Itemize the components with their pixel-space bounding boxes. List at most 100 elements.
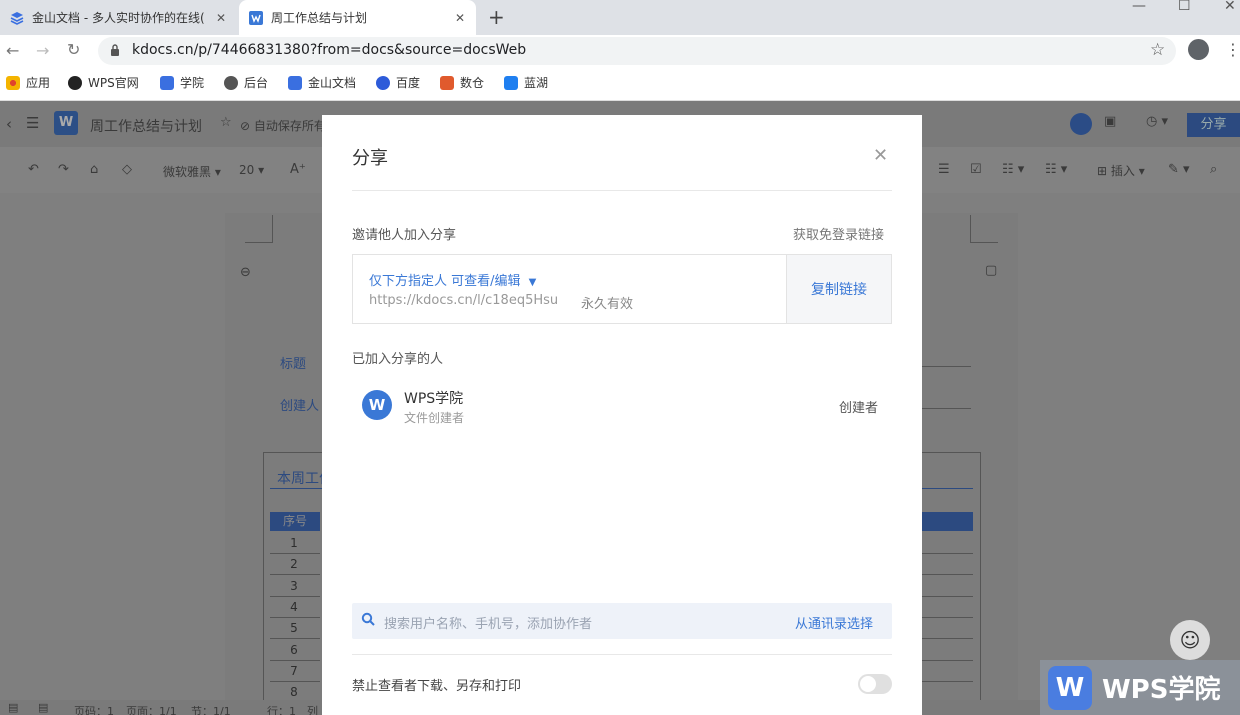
table-row-line [270,595,320,597]
field-label-creator: 创建人 [280,399,320,414]
grow-font-icon[interactable]: A⁺ [290,162,306,177]
field-label-title: 标题 [280,357,307,372]
apps-grid-icon [6,75,20,90]
table-row-number: 8 [290,685,298,700]
bookmark-backend[interactable]: 后台 [224,74,268,91]
table-row-number: 2 [290,557,298,572]
bookmark-academy[interactable]: 学院 [160,74,204,91]
globe-icon [224,75,238,90]
redo-icon[interactable]: ↷ [58,162,69,177]
invite-label: 邀请他人加入分享 [352,228,457,243]
browser-menu-icon[interactable]: ⋮ [1225,40,1240,59]
table-row-number: 3 [290,578,298,593]
status-pages: 页面：1/1 [126,705,177,715]
font-family-select[interactable]: 微软雅黑 ▾ [163,163,221,180]
close-icon[interactable]: ✕ [211,11,231,25]
copy-link-button[interactable]: 复制链接 [786,255,891,323]
member-permission-badge: 创建者 [839,401,879,416]
numbered-list-icon[interactable]: ☷ ▾ [1045,162,1067,177]
status-line: 行：1 [267,705,296,715]
maximize-icon[interactable]: ☐ [1178,0,1191,14]
format-painter-icon[interactable]: ⌂ [90,162,98,177]
bookmark-shucang[interactable]: 数仓 [440,74,484,91]
shucang-icon [440,75,454,90]
status-page-num: 页码：1 [74,705,114,715]
new-tab-plus-icon[interactable]: + [488,5,505,29]
bookmark-baidu[interactable]: 百度 [376,74,420,91]
member-name: WPS学院 [404,391,464,407]
table-row-line [270,638,320,640]
tab-title: 金山文档 - 多人实时协作的在线( [32,11,205,25]
baidu-paw-icon [376,75,390,90]
tab-kdocs-home[interactable]: 金山文档 - 多人实时协作的在线( ✕ [0,0,237,35]
present-icon[interactable]: ▣ [1104,114,1116,129]
bookmark-apps[interactable]: 应用 [6,74,50,91]
forward-icon[interactable]: → [36,41,49,60]
table-row-line [270,680,320,682]
table-row-line [922,595,973,597]
dialog-title: 分享 [352,148,388,169]
history-clock-icon[interactable]: ◷ ▾ [1146,114,1168,129]
reload-icon[interactable]: ↻ [67,40,80,59]
search-icon[interactable]: ⌕ [1210,162,1217,177]
close-icon[interactable]: ✕ [873,145,888,166]
comment-icon[interactable]: ▢ [985,263,997,278]
indent-icon[interactable]: ☰ [938,162,950,177]
collapse-icon[interactable]: ⊖ [240,265,251,280]
assistant-robot-icon[interactable]: ☺ [1170,620,1210,660]
table-row-line [922,616,973,618]
wps-logo-icon [68,75,82,90]
profile-avatar-icon[interactable] [1188,39,1209,60]
wps-logo-icon: W [1048,665,1092,710]
tools-icon[interactable]: ✎ ▾ [1168,162,1190,177]
hamburger-menu-icon[interactable]: ☰ [26,114,39,132]
lock-icon [111,44,119,56]
table-row-line [922,638,973,640]
back-icon[interactable]: ← [6,41,19,60]
table-row-line [270,574,320,576]
status-section: 节：1/1 [191,705,231,715]
share-button[interactable]: 分享 [1187,113,1240,137]
back-chevron-icon[interactable]: ‹ [6,115,12,133]
permission-dropdown[interactable]: 仅下方指定人 可查看/编辑 ▼ [369,270,536,289]
bookmark-kdocs[interactable]: 金山文档 [288,74,356,91]
avatar: W [362,390,392,420]
bookmark-wps-site[interactable]: WPS官网 [68,74,139,91]
eraser-icon[interactable]: ◇ [122,162,132,177]
window-close-icon[interactable]: ✕ [1224,0,1236,14]
doc-icon[interactable]: ▤ [38,701,48,714]
select-from-contacts-link[interactable]: 从通讯录选择 [795,613,873,632]
free-login-link[interactable]: 获取免登录链接 [793,224,884,243]
joined-members-label: 已加入分享的人 [352,352,444,367]
url-text[interactable]: kdocs.cn/p/74466831380?from=docs&source=… [132,42,526,58]
toggle-knob[interactable] [860,676,876,692]
wps-writer-icon [249,10,263,25]
tab-weekly-report[interactable]: 周工作总结与计划 ✕ [239,0,476,35]
underline [922,366,971,367]
insert-menu[interactable]: ⊞ 插入 ▾ [1097,162,1145,179]
wps-account-icon[interactable] [1070,113,1092,135]
bookmark-lanhu[interactable]: 蓝湖 [504,74,548,91]
close-icon[interactable]: ✕ [450,11,470,25]
table-row-line [270,659,320,661]
search-placeholder: 搜索用户名称、手机号，添加协作者 [384,617,593,632]
table-row-number: 1 [290,536,298,550]
table-row-number: 7 [290,663,298,678]
minimize-icon[interactable]: — [1132,0,1146,14]
star-bookmark-icon[interactable]: ☆ [1150,40,1165,60]
undo-icon[interactable]: ↶ [28,162,39,177]
forbid-download-label: 禁止查看者下载、另存和打印 [352,679,522,694]
bullet-list-icon[interactable]: ☷ ▾ [1002,162,1024,177]
caret-down-icon: ▼ [528,277,537,288]
checkbox-icon[interactable]: ☑ [970,162,982,177]
doc-title[interactable]: 周工作总结与计划 [90,116,202,136]
wps-writer-icon: W [54,111,78,135]
tab-title: 周工作总结与计划 [271,11,368,25]
star-icon[interactable]: ☆ [220,115,232,130]
heading-underline [922,488,973,489]
outline-icon[interactable]: ▤ [8,701,18,714]
heading-underline [270,488,322,489]
page-corner-mark [245,215,273,243]
font-size-select[interactable]: 20 ▾ [239,163,264,177]
table-row-line [922,680,973,682]
